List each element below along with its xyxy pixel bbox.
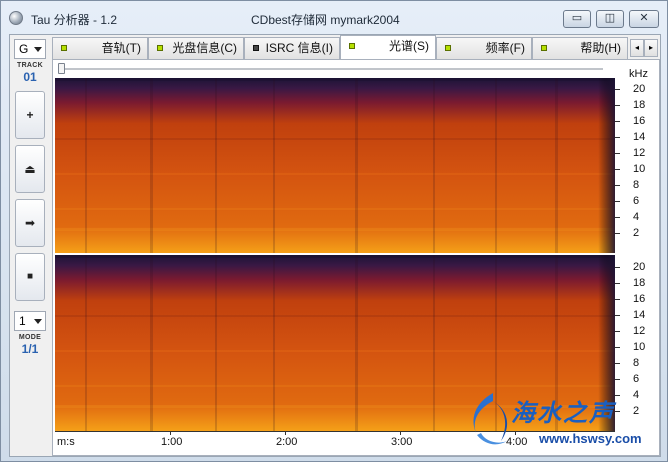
stop-button[interactable]: ■ bbox=[15, 253, 45, 301]
play-button[interactable]: ➡ bbox=[15, 199, 45, 247]
x-tick-label: m:s bbox=[57, 436, 75, 448]
y-tick bbox=[615, 169, 620, 170]
y-tick bbox=[615, 217, 620, 218]
y-tick bbox=[615, 137, 620, 138]
y-tick-label: 10 bbox=[633, 341, 646, 353]
y-tick bbox=[615, 89, 620, 90]
mode-dropdown[interactable]: 1 bbox=[14, 311, 46, 331]
tab-bar: 音轨(T) 光盘信息(C) ISRC 信息(I) 光谱(S) 频率(F) 帮助(… bbox=[52, 35, 660, 60]
tab-disc-info[interactable]: 光盘信息(C) bbox=[148, 37, 244, 59]
y-tick bbox=[615, 315, 620, 316]
tab-tracks[interactable]: 音轨(T) bbox=[52, 37, 148, 59]
x-tick-label: 3:00 bbox=[391, 436, 413, 448]
y-tick-label: 14 bbox=[633, 131, 646, 143]
x-tick bbox=[400, 431, 401, 435]
mode-label: MODE bbox=[18, 334, 42, 341]
y-tick-label: 14 bbox=[633, 309, 646, 321]
y-tick-label: 6 bbox=[633, 195, 640, 207]
watermark-url: www.hswsy.com bbox=[539, 431, 642, 446]
y-tick bbox=[615, 121, 620, 122]
y-tick-label: 6 bbox=[633, 373, 640, 385]
y-tick-label: 12 bbox=[633, 147, 646, 159]
tab-label: 帮助(H) bbox=[580, 41, 621, 55]
y-tick bbox=[615, 233, 620, 234]
y-tick bbox=[615, 201, 620, 202]
mode-value: 1/1 bbox=[21, 342, 39, 356]
y-tick bbox=[615, 379, 620, 380]
y-tick-label: 18 bbox=[633, 99, 646, 111]
x-tick bbox=[170, 431, 171, 435]
tab-label: 光谱(S) bbox=[389, 39, 429, 53]
watermark-text: 海水之声 bbox=[511, 398, 615, 427]
tab-isrc-info[interactable]: ISRC 信息(I) bbox=[244, 37, 340, 59]
title-bar[interactable]: Tau 分析器 - 1.2 CDbest存储网 mymark2004 ▭ ◫ ✕ bbox=[1, 1, 667, 35]
tab-frequency[interactable]: 频率(F) bbox=[436, 37, 532, 59]
app-icon bbox=[9, 11, 23, 25]
track-dropdown[interactable]: G bbox=[14, 39, 46, 59]
y-tick-label: 10 bbox=[633, 163, 646, 175]
y-tick bbox=[615, 299, 620, 300]
add-button[interactable]: + bbox=[15, 91, 45, 139]
app-window: Tau 分析器 - 1.2 CDbest存储网 mymark2004 ▭ ◫ ✕… bbox=[0, 0, 668, 462]
minimize-button[interactable]: ▭ bbox=[563, 10, 591, 28]
y-axis-left-channel: 20 18 16 14 12 10 8 6 4 2 bbox=[615, 78, 661, 253]
y-tick bbox=[615, 331, 620, 332]
window-caption: CDbest存储网 mymark2004 bbox=[251, 13, 400, 27]
slider-thumb[interactable] bbox=[58, 63, 65, 74]
x-tick-label: 2:00 bbox=[276, 436, 298, 448]
close-button[interactable]: ✕ bbox=[629, 10, 659, 28]
y-tick-label: 20 bbox=[633, 83, 646, 95]
spectrogram-left-channel bbox=[55, 78, 615, 253]
track-dropdown-value: G bbox=[19, 42, 29, 56]
y-tick-label: 8 bbox=[633, 179, 640, 191]
y-tick bbox=[615, 185, 620, 186]
y-tick-label: 8 bbox=[633, 357, 640, 369]
eject-button[interactable]: ⏏ bbox=[15, 145, 45, 193]
y-tick bbox=[615, 153, 620, 154]
position-slider[interactable] bbox=[58, 63, 603, 74]
track-number: 01 bbox=[23, 70, 37, 84]
y-tick bbox=[615, 283, 620, 284]
y-tick-label: 2 bbox=[633, 227, 640, 239]
y-tick-label: 16 bbox=[633, 115, 646, 127]
track-label: TRACK bbox=[17, 62, 43, 69]
y-tick-label: 16 bbox=[633, 293, 646, 305]
tab-label: 音轨(T) bbox=[101, 41, 141, 55]
maximize-button[interactable]: ◫ bbox=[596, 10, 624, 28]
chevron-down-icon bbox=[34, 47, 42, 52]
app-title: Tau 分析器 - 1.2 bbox=[31, 13, 118, 27]
tab-label: 频率(F) bbox=[485, 41, 525, 55]
tab-label: ISRC 信息(I) bbox=[265, 41, 333, 55]
y-tick bbox=[615, 105, 620, 106]
tab-label: 光盘信息(C) bbox=[172, 41, 237, 55]
y-tick bbox=[615, 267, 620, 268]
tab-scroll-left-button[interactable]: ◂ bbox=[630, 39, 644, 57]
x-tick bbox=[285, 431, 286, 435]
tab-scroll-right-button[interactable]: ▸ bbox=[644, 39, 658, 57]
chevron-down-icon bbox=[34, 319, 42, 324]
watermark-logo: 海水之声 www.hswsy.com bbox=[463, 389, 663, 459]
y-tick-label: 18 bbox=[633, 277, 646, 289]
x-tick-label: 1:00 bbox=[161, 436, 183, 448]
tab-spectrum[interactable]: 光谱(S) bbox=[340, 35, 436, 60]
y-tick-label: 20 bbox=[633, 261, 646, 273]
mode-dropdown-value: 1 bbox=[19, 314, 26, 328]
y-tick-label: 4 bbox=[633, 211, 640, 223]
tab-help[interactable]: 帮助(H) bbox=[532, 37, 628, 59]
y-tick bbox=[615, 363, 620, 364]
y-tick-label: 12 bbox=[633, 325, 646, 337]
y-tick bbox=[615, 347, 620, 348]
